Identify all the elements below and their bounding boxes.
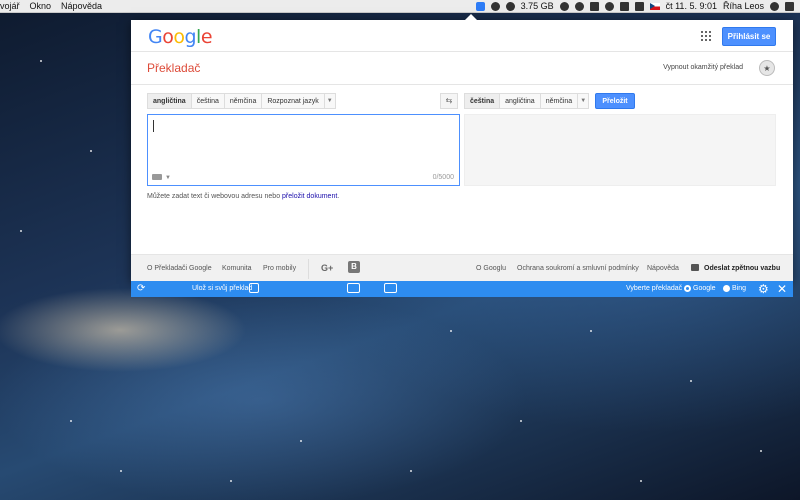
radio-google[interactable]: Google <box>684 281 716 297</box>
bluetooth-device-icon[interactable] <box>589 1 599 11</box>
apps-grid-icon[interactable] <box>701 31 711 41</box>
footer-link-privacy[interactable]: Ochrana soukromí a smluvní podmínky <box>517 265 639 272</box>
input-hint: Můžete zadat text či webovou adresu nebo… <box>147 193 340 200</box>
footer-link-mobile[interactable]: Pro mobily <box>263 265 296 272</box>
character-count: 0/5000 <box>432 174 454 181</box>
translator-menubar-icon[interactable] <box>475 1 485 11</box>
source-lang-czech[interactable]: čeština <box>190 93 224 109</box>
blogger-icon[interactable]: B <box>348 261 360 273</box>
memory-icon[interactable] <box>505 1 515 11</box>
keyboard-icon[interactable] <box>152 174 162 180</box>
source-text-input[interactable]: ▼ 0/5000 <box>147 114 460 186</box>
translator-subbar: Překladač Vypnout okamžitý překlad ★ <box>131 52 793 85</box>
footer: O Překladači Google Komunita Pro mobily … <box>131 254 793 282</box>
footer-link-community[interactable]: Komunita <box>222 265 252 272</box>
menubar-clock[interactable]: čt 11. 5. 9:01 <box>666 1 717 11</box>
swap-languages-button[interactable]: ⇆ <box>440 93 458 109</box>
signin-button[interactable]: Přihlásit se <box>722 27 776 46</box>
footer-link-about-translate[interactable]: O Překladači Google <box>147 265 212 272</box>
google-plus-icon[interactable]: G+ <box>321 263 333 273</box>
airplay-icon[interactable] <box>619 1 629 11</box>
target-lang-dropdown-icon[interactable]: ▼ <box>577 93 590 109</box>
instant-translation-toggle[interactable]: Vypnout okamžitý překlad <box>663 64 743 71</box>
translate-button[interactable]: Přeložit <box>595 93 635 109</box>
menu-item-help[interactable]: Nápověda <box>61 1 102 11</box>
menubar-user[interactable]: Říha Leos <box>723 1 764 11</box>
translator-toolbar: ⟳ Ulož si svůj překlad Vyberte překladač… <box>131 281 793 297</box>
menu-bar: vojář Okno Nápověda 3.75 GB čt 11. 5. 9:… <box>0 0 800 13</box>
footer-link-about-google[interactable]: O Googlu <box>476 265 506 272</box>
volume-icon[interactable] <box>634 1 644 11</box>
target-lang-english[interactable]: angličtina <box>499 93 540 109</box>
save-icon[interactable] <box>249 281 259 297</box>
feedback-icon[interactable] <box>691 264 699 271</box>
choose-translator-label: Vyberte překladač <box>626 285 683 292</box>
source-lang-dropdown-icon[interactable]: ▼ <box>323 93 336 109</box>
page-title: Překladač <box>147 61 201 75</box>
bluetooth-icon[interactable] <box>559 1 569 11</box>
refresh-icon[interactable]: ⟳ <box>137 281 145 297</box>
time-machine-icon[interactable] <box>574 1 584 11</box>
input-source-flag-icon[interactable] <box>649 2 660 10</box>
menu-item-window[interactable]: Okno <box>30 1 52 11</box>
close-icon[interactable]: ✕ <box>777 281 787 297</box>
source-lang-detect[interactable]: Rozpoznat jazyk <box>261 93 324 109</box>
target-lang-czech[interactable]: čeština <box>464 93 500 109</box>
display-icon[interactable] <box>384 281 397 297</box>
translate-document-link[interactable]: přeložit dokument <box>282 193 337 200</box>
save-translation-label[interactable]: Ulož si svůj překlad <box>192 281 252 297</box>
target-lang-german[interactable]: němčina <box>539 93 578 109</box>
target-language-tabs: čeština angličtina němčina ▼ <box>464 93 590 109</box>
google-logo: Google <box>148 26 213 48</box>
radio-bing[interactable]: Bing <box>723 281 746 297</box>
send-feedback-link[interactable]: Odeslat zpětnou vazbu <box>704 265 780 272</box>
wifi-icon[interactable] <box>604 1 614 11</box>
translator-popover: Google Přihlásit se Překladač Vypnout ok… <box>131 14 793 282</box>
source-lang-english[interactable]: angličtina <box>147 93 191 109</box>
footer-link-help[interactable]: Nápověda <box>647 265 679 272</box>
footer-divider <box>308 259 309 279</box>
source-lang-german[interactable]: němčina <box>223 93 262 109</box>
menu-item-app[interactable]: vojář <box>0 1 20 11</box>
memory-readout: 3.75 GB <box>520 1 554 11</box>
spotlight-icon[interactable] <box>770 1 779 11</box>
keyboard-dropdown-icon[interactable]: ▼ <box>165 175 171 181</box>
translation-output <box>464 114 776 186</box>
notification-center-icon[interactable] <box>785 1 794 11</box>
gear-icon[interactable]: ⚙ <box>758 281 769 297</box>
settings-icon[interactable]: ★ <box>759 60 775 76</box>
google-header: Google Přihlásit se <box>131 20 793 52</box>
text-cursor <box>153 120 154 132</box>
screen-share-icon[interactable] <box>347 281 360 297</box>
source-language-tabs: angličtina čeština němčina Rozpoznat jaz… <box>147 93 336 109</box>
status-icon[interactable] <box>490 1 500 11</box>
